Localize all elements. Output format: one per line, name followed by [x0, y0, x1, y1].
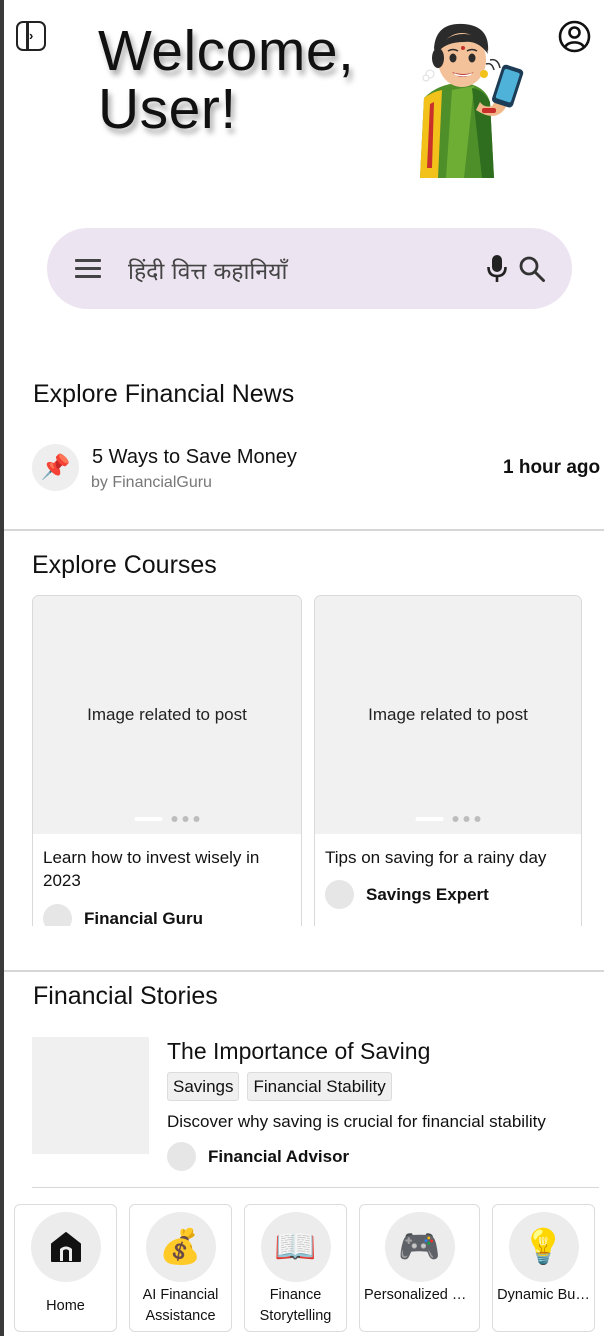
money-bag-icon: 💰	[145, 1212, 216, 1282]
section-divider	[4, 970, 604, 972]
welcome-line-1: Welcome,	[98, 19, 355, 83]
carousel-indicator[interactable]	[134, 816, 200, 822]
story-title[interactable]: The Importance of Saving	[167, 1038, 430, 1065]
course-image-placeholder: Image related to post	[315, 596, 581, 834]
search-bar[interactable]: हिंदी वित्त कहानियाँ	[47, 228, 572, 309]
bottom-divider	[32, 1187, 599, 1188]
pushpin-icon: 📌	[32, 444, 79, 491]
story-author: Financial Advisor	[167, 1142, 349, 1171]
menu-icon[interactable]	[75, 259, 101, 279]
news-section-title: Explore Financial News	[33, 380, 295, 408]
nav-item-dynamic[interactable]: 💡 Dynamic Bu…	[492, 1204, 595, 1332]
news-item[interactable]: 📌 5 Ways to Save Money by FinancialGuru …	[32, 444, 604, 494]
news-title[interactable]: 5 Ways to Save Money	[92, 446, 297, 469]
bottom-navigation: Home 💰 AI Financial Assistance 📖 Finance…	[0, 1204, 604, 1336]
course-author: Savings Expert	[325, 880, 489, 909]
avatar	[325, 880, 354, 909]
news-time: 1 hour ago	[503, 457, 601, 478]
course-image-placeholder: Image related to post	[33, 596, 301, 834]
tag-financial-stability[interactable]: Financial Stability	[247, 1072, 392, 1101]
image-placeholder-text: Image related to post	[87, 705, 247, 724]
nav-item-ai-financial-assistance[interactable]: 💰 AI Financial Assistance	[129, 1204, 232, 1332]
nav-label-ai-financial-assistance: AI Financial Assistance	[142, 1287, 219, 1324]
tag-savings[interactable]: Savings	[167, 1072, 240, 1101]
nav-label-finance-storytelling: Finance Storytelling	[259, 1287, 332, 1324]
home-icon	[30, 1212, 101, 1282]
section-divider	[4, 529, 604, 531]
story-item[interactable]: The Importance of Saving Savings Financi…	[32, 1037, 604, 1171]
story-description: Discover why saving is crucial for finan…	[167, 1112, 546, 1131]
avatar	[167, 1142, 196, 1171]
search-icon[interactable]	[518, 255, 546, 288]
course-description: Tips on saving for a rainy day	[325, 848, 547, 867]
welcome-heading: Welcome, User!	[98, 22, 354, 138]
open-book-icon: 📖	[260, 1212, 331, 1282]
carousel-indicator[interactable]	[415, 816, 481, 822]
story-tags: Savings Financial Stability	[167, 1072, 392, 1101]
course-scroll-mask	[4, 926, 604, 970]
course-author-name: Savings Expert	[366, 884, 489, 904]
account-circle-icon[interactable]	[558, 20, 591, 53]
woman-on-phone-illustration	[412, 18, 530, 180]
nav-item-home[interactable]: Home	[14, 1204, 117, 1332]
news-author: by FinancialGuru	[91, 474, 212, 491]
nav-label-personalized: Personalized D…	[364, 1287, 475, 1303]
nav-item-finance-storytelling[interactable]: 📖 Finance Storytelling	[244, 1204, 347, 1332]
window-edge	[0, 0, 4, 1336]
course-card[interactable]: Image related to post Learn how to inves…	[32, 595, 302, 935]
game-controller-icon: 🎮	[384, 1212, 455, 1282]
search-input[interactable]: हिंदी वित्त कहानियाँ	[128, 254, 287, 286]
course-card[interactable]: Image related to post Tips on saving for…	[314, 595, 582, 935]
nav-label-dynamic: Dynamic Bu…	[497, 1287, 590, 1303]
stories-section-title: Financial Stories	[33, 982, 218, 1010]
nav-label-home: Home	[46, 1298, 85, 1314]
story-author-name: Financial Advisor	[208, 1146, 350, 1166]
courses-section-title: Explore Courses	[32, 551, 217, 579]
welcome-line-2: User!	[98, 77, 237, 141]
light-bulb-icon: 💡	[508, 1212, 579, 1282]
sidebar-toggle-icon[interactable]: ›	[16, 21, 46, 51]
story-image-placeholder	[32, 1037, 149, 1154]
microphone-icon[interactable]	[487, 254, 507, 289]
nav-item-personalized[interactable]: 🎮 Personalized D…	[359, 1204, 480, 1332]
course-description: Learn how to invest wisely in 2023	[43, 848, 260, 890]
image-placeholder-text: Image related to post	[368, 705, 528, 724]
